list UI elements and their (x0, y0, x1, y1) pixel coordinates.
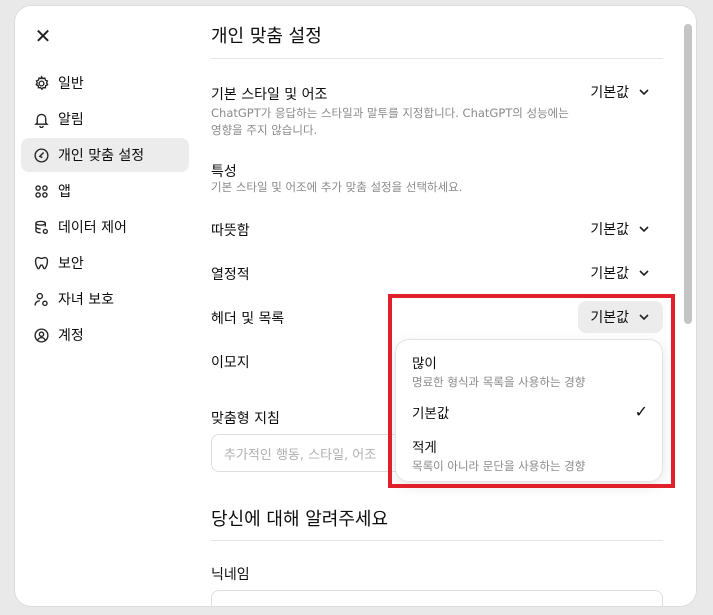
nickname-label: 닉네임 (211, 567, 250, 583)
style-tone-select[interactable]: 기본값 (578, 76, 663, 108)
sidebar-item-label: 계정 (58, 328, 84, 344)
account-icon (32, 326, 50, 344)
bell-icon (32, 110, 50, 128)
chevron-down-icon (637, 85, 651, 99)
warmth-select[interactable]: 기본값 (578, 213, 663, 245)
style-tone-description: ChatGPT가 응답하는 스타일과 말투를 지정합니다. ChatGPT의 성… (211, 106, 569, 137)
sidebar-item-security[interactable]: 보안 (21, 246, 189, 280)
chevron-down-icon (637, 222, 651, 236)
sidebar-item-parental-controls[interactable]: 자녀 보호 (21, 282, 189, 316)
sidebar-item-data-controls[interactable]: 데이터 제어 (21, 210, 189, 244)
close-icon[interactable]: ✕ (33, 26, 53, 46)
dropdown-option-default[interactable]: 기본값 (412, 402, 652, 422)
checkmark-icon: ✓ (634, 402, 648, 421)
page-title: 개인 맞춤 설정 (211, 26, 322, 47)
gear-icon (32, 74, 50, 92)
personalization-icon (32, 146, 50, 164)
sidebar-item-label: 개인 맞춤 설정 (58, 148, 145, 164)
database-icon (32, 218, 50, 236)
select-value: 기본값 (590, 266, 629, 282)
chevron-down-icon (637, 310, 651, 324)
divider (211, 58, 663, 59)
sidebar-item-label: 자녀 보호 (58, 292, 114, 308)
sidebar-item-account[interactable]: 계정 (21, 318, 189, 352)
chevron-down-icon (637, 266, 651, 280)
settings-modal: ✕ 일반 알림 개인 맞춤 설정 앱 데이터 제어 보안 자녀 보호 계정 개인… (15, 6, 696, 606)
headers-lists-label: 헤더 및 목록 (211, 311, 285, 327)
select-value: 기본값 (590, 85, 629, 101)
sidebar-item-label: 앱 (58, 184, 71, 200)
custom-instructions-label: 맞춤형 지침 (211, 411, 280, 427)
sidebar-item-notifications[interactable]: 알림 (21, 102, 189, 136)
style-tone-label: 기본 스타일 및 어조 (211, 87, 328, 103)
sidebar-item-label: 데이터 제어 (58, 220, 127, 236)
sidebar-item-apps[interactable]: 앱 (21, 174, 189, 208)
shield-icon (32, 254, 50, 272)
divider (211, 540, 663, 541)
nickname-input[interactable] (211, 590, 663, 606)
enthusiasm-select[interactable]: 기본값 (578, 257, 663, 289)
sidebar-item-label: 알림 (58, 112, 84, 128)
apps-grid-icon (32, 182, 50, 200)
sidebar-item-label: 보안 (58, 256, 84, 272)
option-description: 목록이 아니라 문단을 사용하는 경향 (412, 459, 586, 473)
parental-icon (32, 290, 50, 308)
warmth-label: 따뜻함 (211, 223, 250, 239)
option-label: 많이 (412, 356, 437, 372)
traits-label: 특성 (211, 164, 237, 180)
scrollbar[interactable] (684, 24, 692, 324)
sidebar-item-personalization[interactable]: 개인 맞춤 설정 (21, 138, 189, 172)
option-label: 기본값 (412, 406, 450, 422)
option-description: 명료한 형식과 목록을 사용하는 경향 (412, 375, 586, 389)
option-label: 적게 (412, 440, 437, 456)
enthusiasm-label: 열정적 (211, 267, 250, 283)
select-value: 기본값 (590, 310, 629, 326)
traits-description: 기본 스타일 및 어조에 추가 맞춤 설정을 선택하세요. (211, 180, 463, 194)
dropdown-option-more[interactable]: 많이 명료한 형식과 목록을 사용하는 경향 (412, 352, 652, 390)
select-value: 기본값 (590, 222, 629, 238)
sidebar-item-label: 일반 (58, 76, 84, 92)
settings-nav: 일반 알림 개인 맞춤 설정 앱 데이터 제어 보안 자녀 보호 계정 (21, 66, 189, 354)
dropdown-option-fewer[interactable]: 적게 목록이 아니라 문단을 사용하는 경향 (412, 436, 652, 474)
settings-sidebar: ✕ 일반 알림 개인 맞춤 설정 앱 데이터 제어 보안 자녀 보호 계정 (15, 6, 197, 606)
settings-content: 개인 맞춤 설정 기본 스타일 및 어조 ChatGPT가 응답하는 스타일과 … (211, 6, 665, 606)
sidebar-item-general[interactable]: 일반 (21, 66, 189, 100)
emoji-label: 이모지 (211, 355, 250, 371)
headers-lists-dropdown-menu: 많이 명료한 형식과 목록을 사용하는 경향 기본값 ✓ 적게 목록이 아니라 … (395, 339, 663, 482)
about-you-title: 당신에 대해 알려주세요 (211, 509, 389, 530)
headers-lists-select[interactable]: 기본값 (578, 301, 663, 333)
